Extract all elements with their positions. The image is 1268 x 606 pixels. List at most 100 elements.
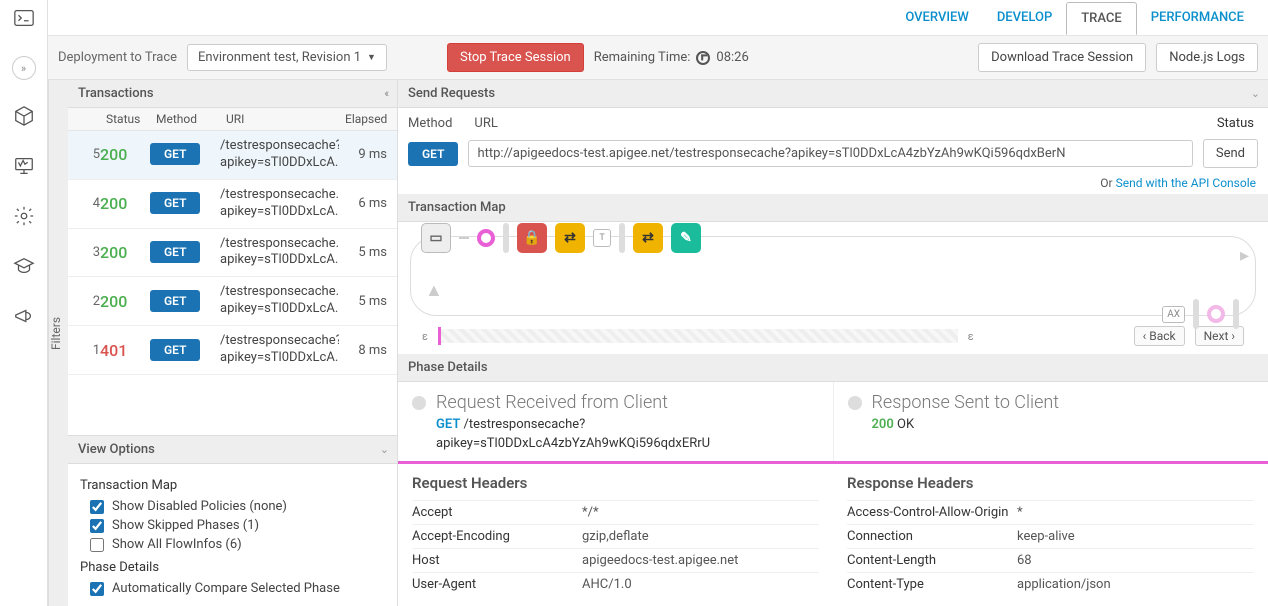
transaction-row[interactable]: 3200GET/testresponsecache...apikey=sTl0D… [68,229,397,278]
environment-select[interactable]: Environment test, Revision 1 ▼ [187,44,387,71]
view-option[interactable]: Show Disabled Policies (none) [80,497,385,516]
view-options-header: View Options ⌄ [68,436,397,464]
transactions-list: 5 200 GET/testresponsecache?apikey=sTl0DDx… [68,131,397,375]
header-row: Access-Control-Allow-Origin* [847,500,1254,524]
epsilon-start: ε [422,330,428,343]
vo-phase-opt[interactable]: Automatically Compare Selected Phase [80,579,385,598]
view-option-checkbox[interactable] [90,519,104,533]
res-code: 200 [872,417,894,432]
phase-dot-icon [848,396,862,410]
megaphone-icon[interactable] [10,302,38,330]
tx-method: GET [150,143,200,165]
view-option-label: Show Disabled Policies (none) [112,499,287,514]
header-key: Access-Control-Allow-Origin [847,505,1017,520]
transaction-map[interactable]: ▭ 🔒 ⇄ T ⇄ ✎ ▲ ▸ [410,236,1256,316]
trace-point-icon[interactable]: T [593,229,611,247]
arrow-right-icon: ▸ [1240,245,1249,266]
expand-icon[interactable]: ⌄ [380,443,387,456]
url-label: URL [474,116,497,131]
nav-tabs: OVERVIEW DEVELOP TRACE PERFORMANCE [48,0,1268,36]
view-option-checkbox[interactable] [90,500,104,514]
tab-trace[interactable]: TRACE [1066,2,1136,35]
nodejs-logs-button[interactable]: Node.js Logs [1156,43,1258,72]
tx-num: 5 [68,147,100,162]
download-trace-button[interactable]: Download Trace Session [978,43,1146,72]
header-row: Hostapigeedocs-test.apigee.net [412,548,819,572]
expand-icon[interactable]: ⌄ [1251,87,1258,100]
assign-policy-icon[interactable]: ⇄ [633,223,663,253]
api-console-link[interactable]: Send with the API Console [1116,176,1256,190]
back-button[interactable]: ‹ Back [1134,326,1185,346]
header-value: gzip,deflate [582,529,649,544]
timeline-bar[interactable] [438,329,958,343]
assign-policy-icon[interactable]: ⇄ [555,223,585,253]
tab-performance[interactable]: PERFORMANCE [1137,2,1258,33]
transaction-row[interactable]: 5200GET/testresponsecache?apikey=sTl0DDx… [68,131,397,180]
send-title: Send Requests [408,86,495,101]
gear-icon[interactable] [10,202,38,230]
script-policy-icon[interactable]: ✎ [671,223,701,253]
filters-rail[interactable]: Filters [48,80,68,606]
flow-end-icon[interactable] [1207,305,1225,323]
expand-icon[interactable]: » [12,56,36,80]
header-row: Accept-Encodinggzip,deflate [412,524,819,548]
remaining-label: Remaining Time: [594,50,691,65]
col-status: Status [100,108,150,130]
flow-start-icon[interactable] [477,229,495,247]
next-button[interactable]: Next › [1195,326,1244,346]
header-key: Connection [847,529,1017,544]
header-key: Accept [412,505,582,520]
transactions-header: Transactions ‹‹ [68,80,397,108]
vo-tmap-label: Transaction Map [80,478,385,493]
left-rail: » [0,0,48,606]
analytics-icon[interactable]: AX [1162,306,1185,323]
res-text: OK [897,417,914,432]
view-option[interactable]: Show Skipped Phases (1) [80,516,385,535]
tx-method: GET [150,339,200,361]
transaction-row[interactable]: 1401GET/testresponsecache?apikey=sTl0DDx… [68,326,397,375]
tab-overview[interactable]: OVERVIEW [891,2,982,33]
send-button[interactable]: Send [1203,139,1258,168]
flow-bar-icon [1193,299,1199,329]
phase-details-title: Phase Details [408,360,488,375]
tx-status: 200 [100,243,127,262]
header-key: User-Agent [412,577,582,592]
stop-trace-button[interactable]: Stop Trace Session [447,43,584,72]
view-option[interactable]: Show All FlowInfos (6) [80,535,385,554]
status-label: Status [1217,116,1254,131]
tab-develop[interactable]: DEVELOP [983,2,1066,33]
quota-policy-icon[interactable]: 🔒 [517,223,547,253]
send-requests-header: Send Requests ⌄ [398,80,1268,108]
url-input[interactable] [468,140,1192,167]
environment-select-label: Environment test, Revision 1 [198,50,361,65]
vo-phase-label: Phase Details [80,560,385,575]
header-row: Content-Length68 [847,548,1254,572]
transaction-row[interactable]: 2200GET/testresponsecache...apikey=sTl0D… [68,277,397,326]
package-icon[interactable] [10,102,38,130]
send-method-pill[interactable]: GET [408,142,458,166]
remaining-value: 08:26 [716,50,748,65]
transaction-row[interactable]: 4200GET/testresponsecache...apikey=sTl0D… [68,180,397,229]
terminal-icon[interactable] [10,4,38,32]
col-uri: URI [220,108,339,130]
tx-status: 200 [100,194,127,213]
col-method: Method [150,108,220,130]
monitor-icon[interactable] [10,152,38,180]
vo-phase-checkbox[interactable] [90,582,104,596]
tx-method: GET [150,192,200,214]
education-icon[interactable] [10,252,38,280]
view-option-checkbox[interactable] [90,538,104,552]
header-row: Connectionkeep-alive [847,524,1254,548]
tx-uri: /testresponsecache?apikey=sTl0DDxLcA... [220,138,339,172]
tx-elapsed: 8 ms [339,343,397,358]
phase-dot-icon [412,396,426,410]
tx-method: GET [150,290,200,312]
phase-details-header: Phase Details [398,354,1268,382]
tx-elapsed: 5 ms [339,245,397,260]
arrow-up-icon: ▲ [425,280,443,301]
client-icon[interactable]: ▭ [421,223,451,253]
collapse-left-icon[interactable]: ‹‹ [384,87,387,100]
tx-uri: /testresponsecache?apikey=sTl0DDxLcA... [220,333,339,367]
flow-bar-icon [619,223,625,253]
tx-elapsed: 6 ms [339,196,397,211]
